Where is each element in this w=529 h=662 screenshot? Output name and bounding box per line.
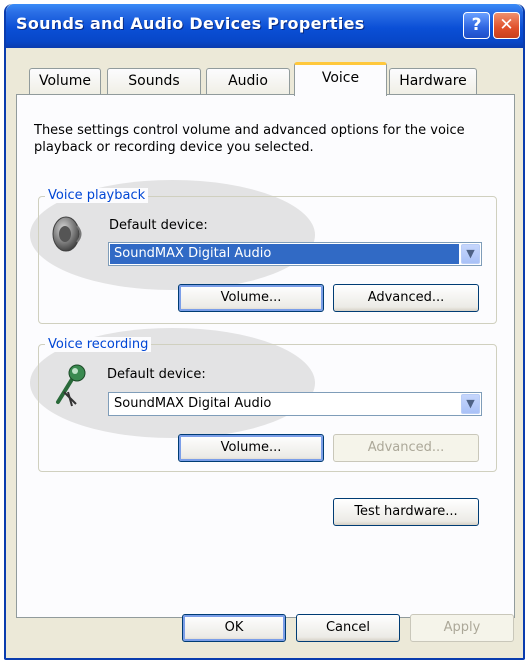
recording-device-value: SoundMAX Digital Audio	[114, 396, 272, 411]
chevron-down-icon[interactable]: ▼	[461, 244, 480, 264]
description-text: These settings control volume and advanc…	[34, 123, 465, 155]
recording-device-select[interactable]: SoundMAX Digital Audio ▼	[108, 392, 482, 416]
playback-device-value: SoundMAX Digital Audio	[110, 244, 459, 264]
tab-strip: Volume Sounds Audio Voice Hardware	[6, 48, 523, 98]
apply-button: Apply	[410, 614, 514, 642]
recording-volume-button[interactable]: Volume...	[178, 434, 324, 462]
voice-recording-label: Voice recording	[45, 337, 152, 352]
tab-voice[interactable]: Voice	[294, 62, 387, 96]
voice-playback-label: Voice playback	[45, 188, 149, 203]
close-button[interactable]: ✕	[493, 12, 520, 39]
recording-default-device-label: Default device:	[107, 367, 206, 382]
title-bar[interactable]: Sounds and Audio Devices Properties ? ✕	[6, 4, 523, 48]
help-button[interactable]: ?	[463, 12, 490, 39]
tab-audio[interactable]: Audio	[206, 68, 290, 94]
test-hardware-button[interactable]: Test hardware...	[333, 498, 479, 526]
close-icon: ✕	[499, 15, 514, 35]
cancel-button[interactable]: Cancel	[296, 614, 400, 642]
tab-volume[interactable]: Volume	[29, 68, 101, 94]
recording-advanced-button: Advanced...	[333, 434, 479, 462]
window-title: Sounds and Audio Devices Properties	[16, 14, 365, 33]
ok-button[interactable]: OK	[182, 614, 286, 642]
dialog-window: Sounds and Audio Devices Properties ? ✕ …	[4, 4, 525, 660]
playback-volume-button[interactable]: Volume...	[178, 284, 324, 312]
speaker-icon	[50, 214, 92, 254]
chevron-down-icon[interactable]: ▼	[461, 394, 480, 414]
playback-device-select[interactable]: SoundMAX Digital Audio ▼	[108, 242, 482, 266]
tab-sounds[interactable]: Sounds	[107, 68, 201, 94]
tab-hardware[interactable]: Hardware	[389, 68, 477, 94]
playback-default-device-label: Default device:	[109, 218, 208, 233]
help-icon: ?	[471, 15, 482, 35]
microphone-icon	[50, 362, 88, 408]
playback-advanced-button[interactable]: Advanced...	[333, 284, 479, 312]
